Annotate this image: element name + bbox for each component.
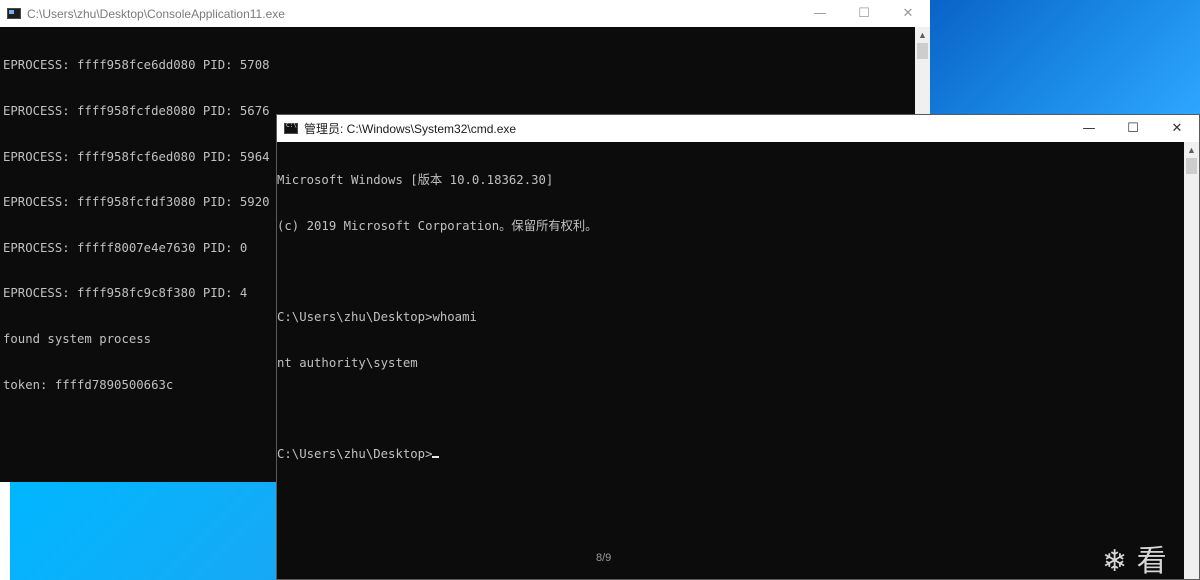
maximize-button[interactable]: ☐: [842, 0, 886, 27]
command-prompt: C:\Users\zhu\Desktop>: [277, 447, 433, 462]
cmd-window-controls: — ☐ ✕: [1067, 115, 1199, 142]
console-line: nt authority\system: [277, 355, 418, 370]
cmd-icon: [284, 122, 298, 134]
page-counter: 8/9: [596, 552, 612, 564]
scroll-thumb[interactable]: [917, 43, 928, 59]
minimize-button[interactable]: —: [798, 0, 842, 27]
console-line: Microsoft Windows [版本 10.0.18362.30]: [277, 173, 554, 188]
command-prompt-line[interactable]: C:\Users\zhu\Desktop>: [277, 447, 597, 462]
console-line: EPROCESS: fffff8007e4e7630 PID: 0: [3, 240, 248, 255]
snowflake-watermark-icon: ❄ 看: [1102, 544, 1167, 579]
cmd-window[interactable]: 管理员: C:\Windows\System32\cmd.exe — ☐ ✕ M…: [276, 114, 1200, 580]
desktop-wallpaper-lower: [10, 480, 278, 580]
text-cursor: [432, 456, 440, 459]
scroll-up-arrow-icon[interactable]: ▲: [1184, 142, 1199, 158]
console-app-titlebar[interactable]: C:\Users\zhu\Desktop\ConsoleApplication1…: [0, 0, 930, 27]
console-app-window-controls: — ☐ ✕: [798, 0, 930, 27]
console-app-output: EPROCESS: ffff958fce6dd080 PID: 5708 EPR…: [3, 28, 270, 423]
scroll-thumb[interactable]: [1186, 158, 1197, 174]
console-app-icon: [7, 8, 21, 19]
console-line: found system process: [3, 332, 152, 347]
console-line: ​: [277, 401, 597, 416]
minimize-button[interactable]: —: [1067, 115, 1111, 142]
cmd-titlebar[interactable]: 管理员: C:\Windows\System32\cmd.exe — ☐ ✕: [277, 115, 1199, 142]
cmd-title: 管理员: C:\Windows\System32\cmd.exe: [304, 122, 517, 136]
cmd-output[interactable]: Microsoft Windows [版本 10.0.18362.30] (c)…: [277, 143, 597, 493]
scroll-up-arrow-icon[interactable]: ▲: [915, 27, 930, 43]
console-app-title: C:\Users\zhu\Desktop\ConsoleApplication1…: [27, 6, 285, 21]
console-line: token: ffffd7890500663c: [3, 377, 174, 392]
close-button[interactable]: ✕: [886, 0, 930, 27]
console-line: EPROCESS: ffff958fcf6ed080 PID: 5964: [3, 149, 270, 164]
console-line: EPROCESS: ffff958fcfdf3080 PID: 5920: [3, 195, 270, 210]
console-line: EPROCESS: ffff958fcfde8080 PID: 5676: [3, 104, 270, 119]
console-line: EPROCESS: ffff958fce6dd080 PID: 5708: [3, 58, 270, 73]
console-line: EPROCESS: ffff958fc9c8f380 PID: 4: [3, 286, 248, 301]
close-button[interactable]: ✕: [1155, 115, 1199, 142]
console-line: ​: [277, 265, 597, 280]
desktop-wallpaper: [930, 0, 1200, 114]
console-line: C:\Users\zhu\Desktop>whoami: [277, 310, 477, 325]
cmd-scrollbar[interactable]: ▲: [1184, 142, 1199, 579]
console-line: (c) 2019 Microsoft Corporation。保留所有权利。: [277, 219, 598, 234]
maximize-button[interactable]: ☐: [1111, 115, 1155, 142]
